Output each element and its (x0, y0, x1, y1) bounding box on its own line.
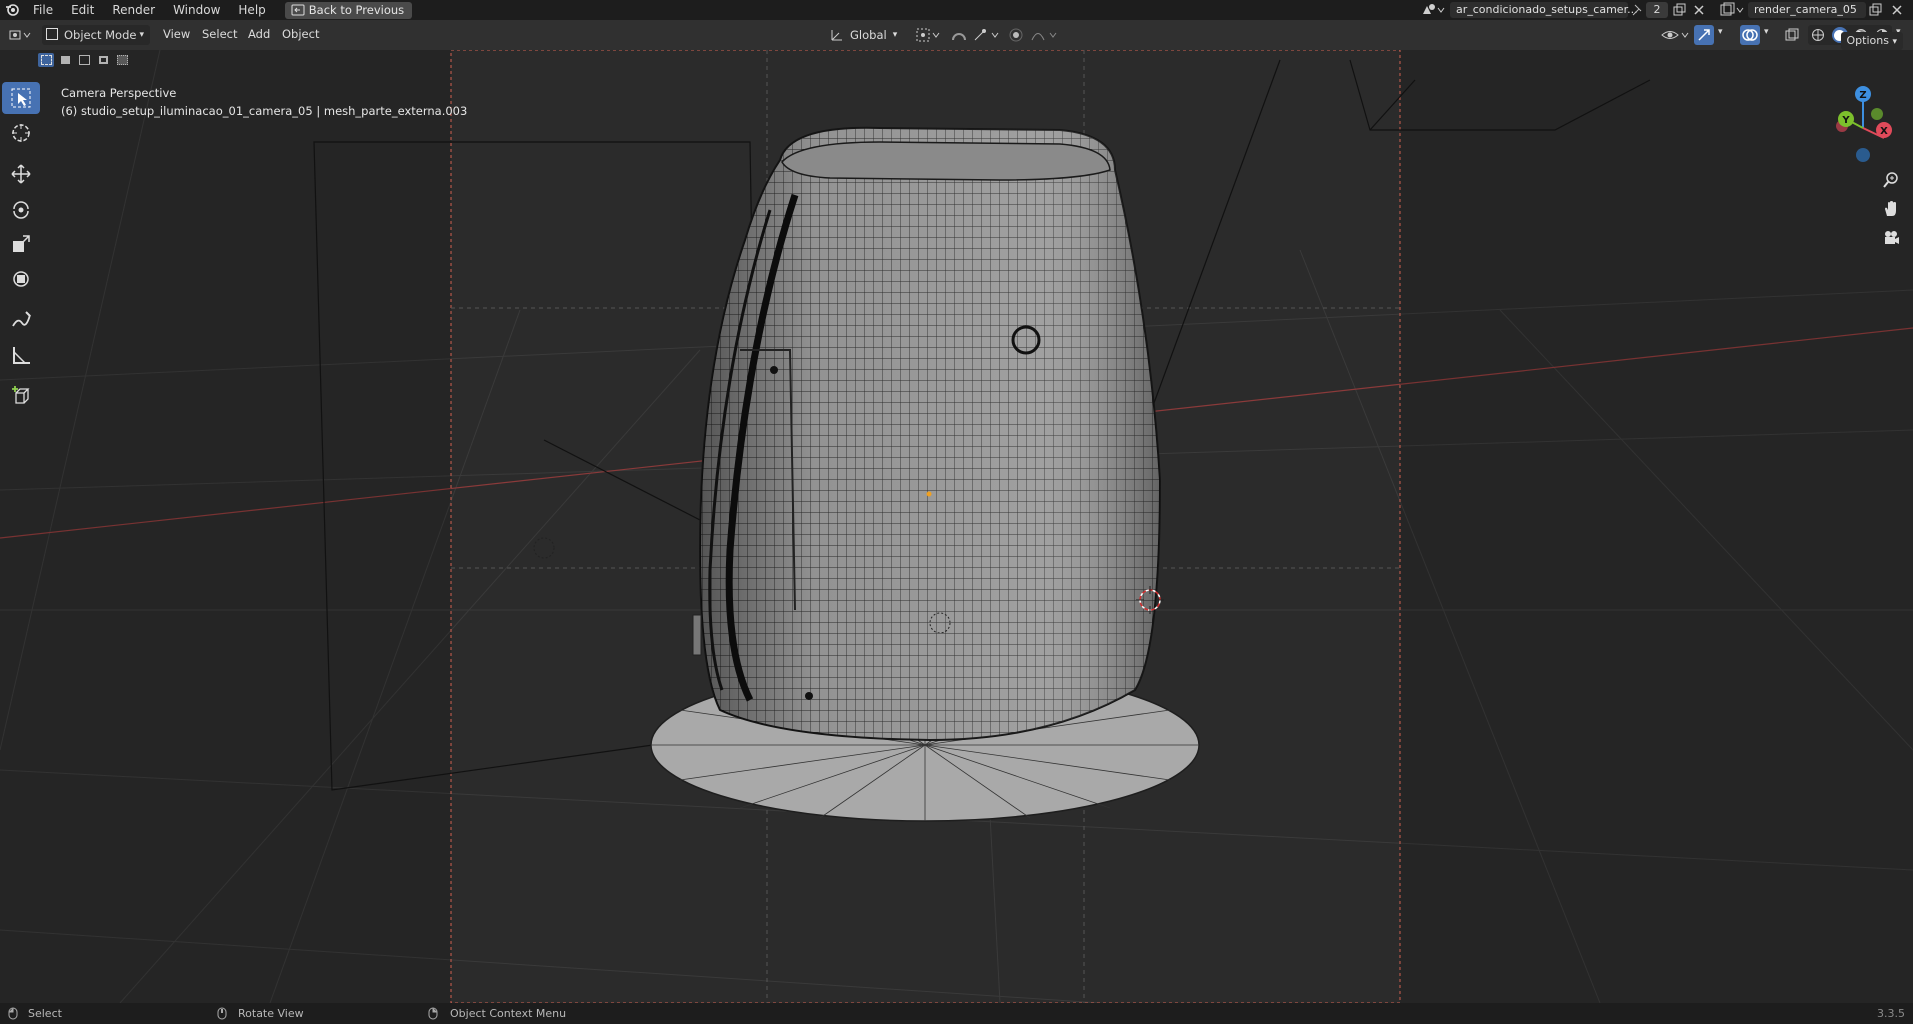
back-icon (291, 4, 305, 16)
blender-logo-icon[interactable] (0, 3, 24, 17)
zoom-button[interactable] (1879, 168, 1903, 192)
overlays-icon (1742, 29, 1758, 41)
scene-name: ar_condicionado_setups_camer... (1456, 3, 1638, 16)
view-layer-name: render_camera_05 (1754, 3, 1857, 16)
back-to-previous-button[interactable]: Back to Previous (284, 1, 413, 19)
transform-tool[interactable] (2, 263, 40, 295)
visibility-icon[interactable] (1660, 27, 1690, 43)
zoom-icon (1883, 172, 1898, 188)
gizmo-icon (1698, 29, 1710, 41)
orientation-icon (831, 30, 842, 41)
status-select-label: Select (28, 1007, 62, 1020)
close-icon[interactable] (1692, 3, 1706, 17)
add-cube-icon (12, 386, 30, 404)
mouse-middle-icon (217, 1007, 227, 1020)
menu-help[interactable]: Help (229, 0, 274, 20)
chevron-down-icon[interactable]: ▾ (1764, 27, 1769, 37)
wireframe-shading-icon[interactable] (1811, 28, 1825, 42)
status-context-label: Object Context Menu (450, 1007, 567, 1020)
menu-window[interactable]: Window (164, 0, 229, 20)
transform-icon (13, 271, 29, 287)
back-to-previous-label: Back to Previous (308, 2, 405, 17)
version-label: 3.3.5 (1877, 1007, 1905, 1020)
scene-name-field[interactable]: ar_condicionado_setups_camer... (1450, 2, 1638, 18)
header-menu-add[interactable]: Add (248, 27, 270, 41)
cursor-tool[interactable] (2, 117, 40, 149)
chevron-down-icon: ▾ (139, 30, 144, 40)
chevron-down-icon[interactable]: ▾ (1718, 27, 1723, 37)
camera-view-button[interactable] (1879, 226, 1903, 250)
mouse-left-icon (8, 1007, 18, 1020)
scale-icon (13, 235, 30, 252)
measure-icon (13, 347, 30, 364)
camera-icon (1885, 231, 1899, 244)
gizmo-y-label: Y (1841, 115, 1850, 126)
scene-icon[interactable] (1420, 2, 1446, 18)
view-name: Camera Perspective (61, 86, 177, 100)
header-menu-select[interactable]: Select (202, 27, 237, 41)
object-info: (6) studio_setup_iluminacao_01_camera_05… (61, 104, 468, 118)
annotate-tool[interactable] (2, 304, 40, 336)
viewport-header: Object Mode ▾ View Select Add Object Glo… (0, 20, 1913, 50)
mouse-right-icon (428, 1007, 438, 1020)
viewport-canvas[interactable] (0, 50, 1913, 1003)
xray-toggle-icon[interactable] (1784, 27, 1800, 43)
snap-toggle-icon[interactable] (950, 27, 968, 43)
gizmo-x-label: X (1880, 126, 1888, 137)
object-mode-icon (46, 28, 58, 40)
options-button[interactable]: Options ▾ (1840, 32, 1903, 50)
tool-shelf (2, 82, 44, 415)
options-label: Options (1846, 34, 1889, 47)
duplicate-view-layer-icon[interactable] (1868, 3, 1882, 17)
overlays-toggle-button[interactable] (1740, 25, 1760, 45)
object-mode-label: Object Mode (64, 28, 137, 42)
gizmo-toggle-button[interactable] (1694, 25, 1714, 45)
measure-tool[interactable] (2, 339, 40, 371)
snap-target-icon[interactable] (972, 27, 1002, 43)
select-box-icon (11, 88, 31, 108)
view-layer-icon[interactable] (1718, 2, 1746, 18)
chevron-down-icon: ▾ (1892, 37, 1897, 47)
rotate-tool[interactable] (2, 193, 40, 225)
menu-render[interactable]: Render (103, 0, 164, 20)
view-layer-field[interactable]: render_camera_05 (1748, 2, 1866, 18)
rotate-icon (13, 201, 29, 219)
remove-view-layer-icon[interactable] (1890, 3, 1904, 17)
pin-icon[interactable] (1630, 3, 1644, 17)
header-menu-object[interactable]: Object (282, 27, 319, 41)
object-mode-select[interactable]: Object Mode ▾ (42, 25, 150, 45)
object-origin (926, 491, 932, 497)
menu-file[interactable]: File (24, 0, 62, 20)
scale-tool[interactable] (2, 228, 40, 260)
status-rotate-label: Rotate View (238, 1007, 304, 1020)
add-cube-tool[interactable] (2, 380, 40, 412)
pivot-point-icon[interactable] (915, 27, 943, 43)
hand-icon (1885, 201, 1896, 216)
status-bar: Select Rotate View Object Context Menu 3… (0, 1003, 1913, 1024)
header-menu-view[interactable]: View (163, 27, 190, 41)
cursor-icon (12, 124, 30, 142)
duplicate-icon[interactable] (1672, 3, 1686, 17)
move-icon (11, 164, 31, 184)
air-conditioner-mesh (692, 126, 1162, 742)
menu-edit[interactable]: Edit (62, 0, 103, 20)
select-box-tool[interactable] (2, 82, 40, 114)
navigation-gizmo[interactable]: Z X Y (1820, 82, 1892, 172)
top-menu-bar: File Edit Render Window Help Back to Pre… (0, 0, 1913, 20)
orientation-label: Global (850, 28, 887, 42)
gizmo-z-label: Z (1859, 90, 1866, 101)
transform-orientation-select[interactable]: Global ▾ (830, 25, 897, 45)
chevron-down-icon: ▾ (892, 30, 898, 40)
proportional-editing-icon[interactable] (1008, 27, 1060, 43)
move-tool[interactable] (2, 158, 40, 190)
scene-users-count[interactable]: 2 (1646, 2, 1668, 18)
annotate-icon (12, 311, 31, 327)
viewport-info: Camera Perspective (6) studio_setup_ilum… (61, 84, 467, 120)
editor-type-icon[interactable] (8, 27, 34, 43)
light-gizmo (533, 537, 555, 559)
pan-button[interactable] (1879, 197, 1903, 221)
